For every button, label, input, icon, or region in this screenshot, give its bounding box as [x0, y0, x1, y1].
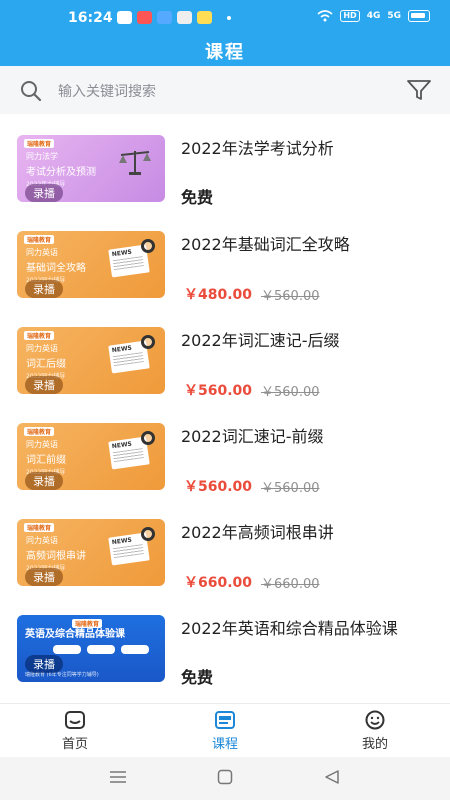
- course-price: ￥480.00: [184, 287, 253, 303]
- thumb-brand: 同力英语: [26, 344, 58, 353]
- page-title: 课程: [205, 42, 245, 63]
- system-icons: HD 4G 5G: [317, 10, 430, 22]
- course-item[interactable]: 瑞隆教育 同力英语 词汇前缀 2022同力辅导 录播 2022词汇速记-前缀 ￥…: [0, 402, 450, 498]
- course-thumbnail: 瑞隆教育 同力英语 词汇后缀 2022同力辅导 录播: [17, 327, 165, 394]
- course-price: 免费: [181, 188, 214, 207]
- original-price: ￥560.00: [261, 289, 320, 304]
- brand-logo: 瑞隆教育: [24, 523, 55, 532]
- course-thumbnail: 瑞隆教育 英语及综合精品体验课 瑞隆教育 (6年专注同等学力辅导) 录播: [17, 615, 165, 682]
- mail-icon: [197, 11, 212, 24]
- thumb-brand: 同力英语: [26, 248, 58, 257]
- magnifier-icon: [141, 335, 155, 349]
- original-price: ￥560.00: [261, 385, 320, 400]
- profile-icon: [365, 710, 385, 730]
- app-red-icon: [137, 11, 152, 24]
- thumb-subtitle: 基础词全攻略: [26, 263, 86, 274]
- thumb-subtitle: 英语及综合精品体验课: [25, 629, 125, 640]
- app-blue-icon: [157, 11, 172, 24]
- magnifier-icon: [141, 239, 155, 253]
- more-notifications-icon: [227, 15, 231, 20]
- thumb-subtitle: 考试分析及预测: [26, 167, 96, 178]
- course-thumbnail: 瑞隆教育 同力法学 考试分析及预测 2022年力辅导 录播: [17, 135, 165, 202]
- course-thumbnail: 瑞隆教育 同力英语 基础词全攻略 2022同力辅导 录播: [17, 231, 165, 298]
- course-title: 2022词汇速记-前缀: [181, 427, 324, 446]
- course-item[interactable]: 瑞隆教育 同力法学 考试分析及预测 2022年力辅导 录播 2022年法学考试分…: [0, 114, 450, 210]
- wechat-icon: [117, 11, 132, 24]
- home-button-icon[interactable]: [217, 769, 233, 785]
- course-thumbnail: 瑞隆教育 同力英语 词汇前缀 2022同力辅导 录播: [17, 423, 165, 490]
- thumb-subtitle: 词汇后缀: [26, 359, 66, 370]
- recorded-tag: 录播: [25, 655, 63, 673]
- brand-logo: 瑞隆教育: [24, 331, 55, 340]
- hd-badge: HD: [340, 10, 360, 22]
- brand-logo: 瑞隆教育: [24, 139, 55, 148]
- tab-label: 首页: [61, 737, 88, 752]
- tab-home[interactable]: 首页: [35, 710, 115, 752]
- thumb-brand: 同力法学: [26, 152, 58, 161]
- thumb-pill: [87, 645, 115, 654]
- magnifier-icon: [141, 431, 155, 445]
- thumb-brand: 同力英语: [26, 536, 58, 545]
- course-price: ￥560.00: [184, 479, 253, 495]
- bottom-tab-bar: 首页 课程 我的: [0, 703, 450, 757]
- thumb-subtitle: 词汇前缀: [26, 455, 66, 466]
- notification-icons: [117, 11, 231, 24]
- wifi-icon: [317, 10, 333, 22]
- app-video-icon: [177, 11, 192, 24]
- recorded-tag: 录播: [25, 376, 63, 394]
- course-icon: [215, 711, 235, 729]
- original-price: ￥560.00: [261, 481, 320, 496]
- course-title: 2022年词汇速记-后缀: [181, 331, 340, 350]
- menu-icon[interactable]: [109, 769, 127, 785]
- filter-icon[interactable]: [406, 78, 432, 102]
- status-bar: 16:24 HD 4G 5G: [0, 0, 450, 36]
- recorded-tag: 录播: [25, 568, 63, 586]
- recorded-tag: 录播: [25, 280, 63, 298]
- tab-label: 我的: [361, 737, 388, 752]
- course-price: ￥660.00: [184, 575, 253, 591]
- course-item[interactable]: 瑞隆教育 同力英语 高频词根串讲 2022同力辅导 录播 2022年高频词根串讲…: [0, 498, 450, 594]
- search-bar[interactable]: 输入关键词搜索: [0, 66, 450, 114]
- course-item[interactable]: 瑞隆教育 同力英语 基础词全攻略 2022同力辅导 录播 2022年基础词汇全攻…: [0, 210, 450, 306]
- course-item[interactable]: 瑞隆教育 英语及综合精品体验课 瑞隆教育 (6年专注同等学力辅导) 录播 202…: [0, 594, 450, 690]
- course-price: ￥560.00: [184, 383, 253, 399]
- search-input[interactable]: 输入关键词搜索: [58, 81, 156, 101]
- thumb-pill: [121, 645, 149, 654]
- course-title: 2022年基础词汇全攻略: [181, 235, 350, 254]
- course-title: 2022年法学考试分析: [181, 139, 334, 158]
- system-nav-bar: [0, 757, 450, 800]
- signal-2-icon: 5G: [387, 11, 401, 21]
- brand-logo: 瑞隆教育: [24, 427, 55, 436]
- course-item[interactable]: 瑞隆教育 同力英语 词汇后缀 2022同力辅导 录播 2022年词汇速记-后缀 …: [0, 306, 450, 402]
- home-icon: [65, 711, 85, 729]
- course-title: 2022年高频词根串讲: [181, 523, 334, 542]
- scale-icon: [119, 151, 151, 175]
- thumb-subtitle: 高频词根串讲: [26, 551, 86, 562]
- top-bar: 16:24 HD 4G 5G 课程: [0, 0, 450, 66]
- recorded-tag: 录播: [25, 472, 63, 490]
- brand-logo: 瑞隆教育: [24, 235, 55, 244]
- course-price: 免费: [181, 668, 214, 687]
- course-thumbnail: 瑞隆教育 同力英语 高频词根串讲 2022同力辅导 录播: [17, 519, 165, 586]
- search-icon: [21, 81, 42, 102]
- thumb-brand: 同力英语: [26, 440, 58, 449]
- course-title: 2022年英语和综合精品体验课: [181, 619, 398, 638]
- thumb-pill: [53, 645, 81, 654]
- battery-icon: [408, 10, 430, 22]
- back-icon[interactable]: [324, 769, 340, 785]
- magnifier-icon: [141, 527, 155, 541]
- signal-1-icon: 4G: [366, 11, 381, 21]
- recorded-tag: 录播: [25, 184, 63, 202]
- tab-label: 课程: [211, 737, 238, 752]
- original-price: ￥660.00: [261, 577, 320, 592]
- tab-course[interactable]: 课程: [185, 710, 265, 752]
- tab-profile[interactable]: 我的: [335, 710, 415, 752]
- status-time: 16:24: [68, 10, 113, 26]
